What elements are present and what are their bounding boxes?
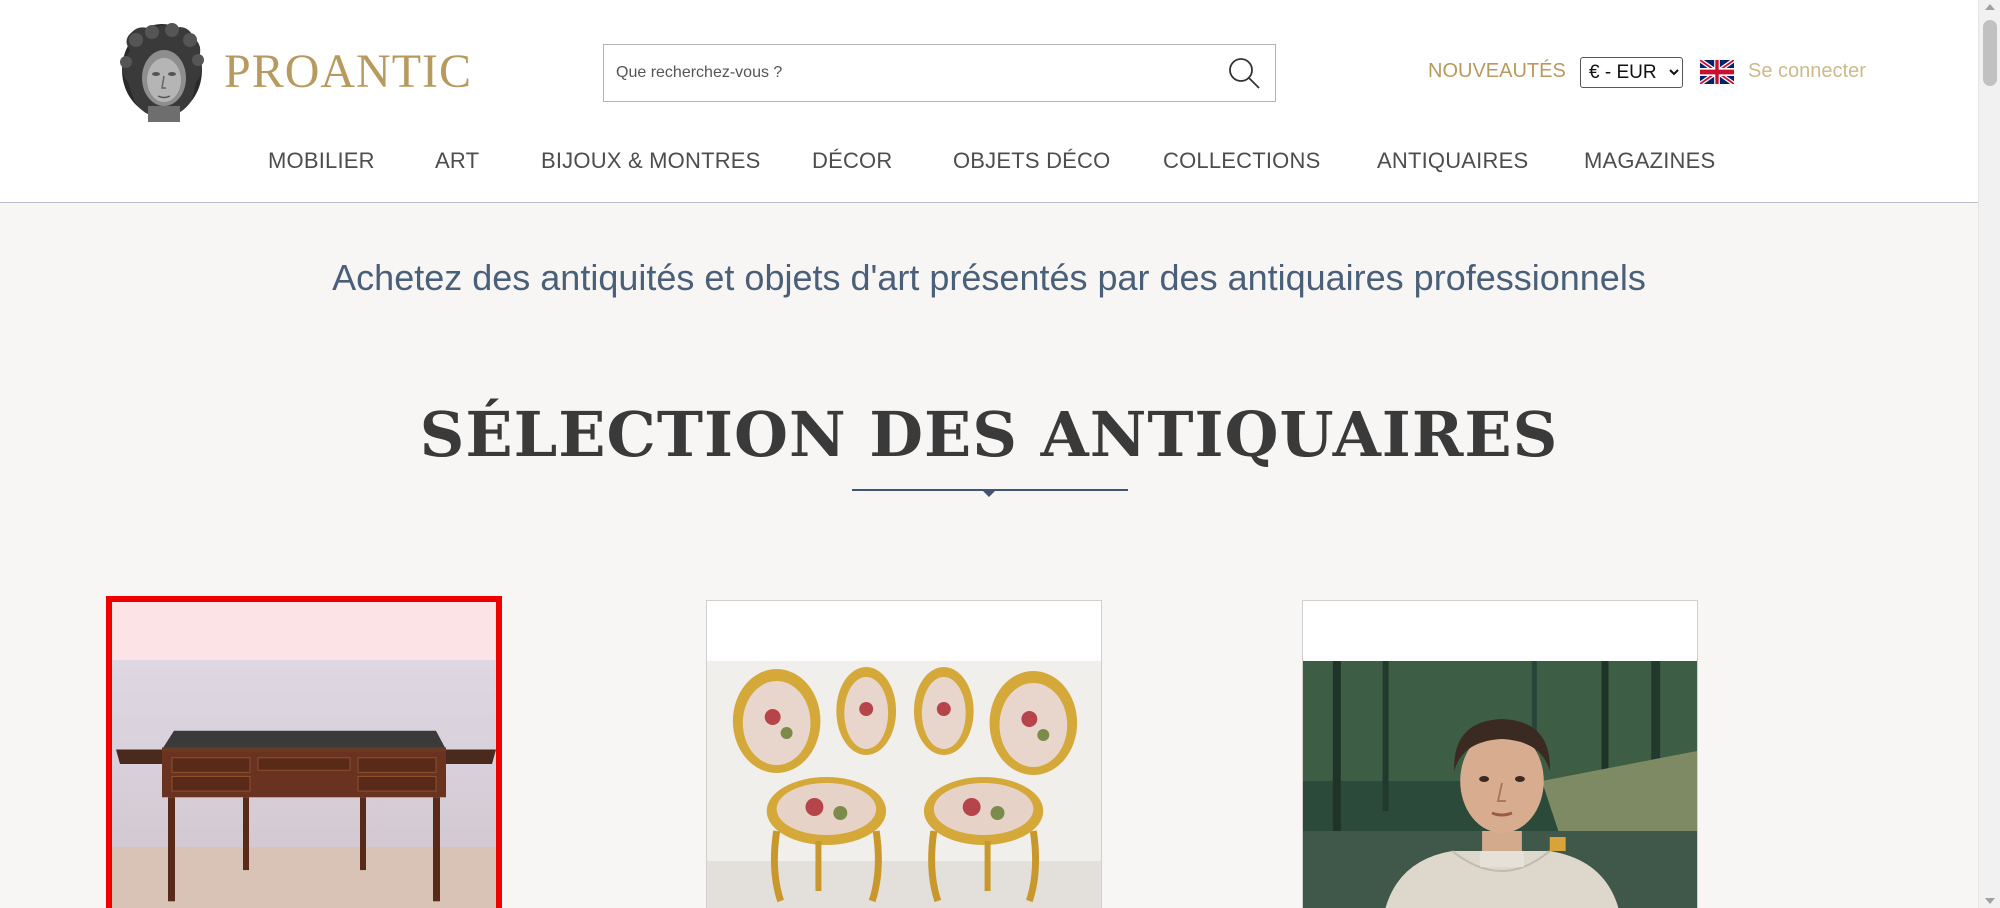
page: PROANTIC NOUVEAUTÉS € - EUR Se connecter… — [0, 0, 2000, 908]
nav-item-mobilier[interactable]: MOBILIER — [268, 148, 375, 174]
login-link[interactable]: Se connecter — [1748, 60, 1866, 83]
section-title: SÉLECTION DES ANTIQUAIRES — [419, 398, 1559, 471]
scrollbar-thumb[interactable] — [1983, 20, 1997, 86]
search-box — [603, 44, 1276, 102]
scroll-up-arrow-icon[interactable] — [1985, 4, 1995, 10]
nav-item-antiquaires[interactable]: ANTIQUAIRES — [1377, 148, 1528, 174]
card-highlight-band — [112, 602, 496, 660]
product-card-portrait[interactable] — [1302, 600, 1698, 908]
gilded-armchairs-image — [707, 661, 1101, 908]
nav-item-collections[interactable]: COLLECTIONS — [1163, 148, 1320, 174]
nav-item-magazines[interactable]: MAGAZINES — [1584, 148, 1715, 174]
nav-item-bijoux-montres[interactable]: BIJOUX & MONTRES — [541, 148, 761, 174]
logo-link[interactable]: PROANTIC — [112, 20, 472, 122]
title-divider-arrow-icon — [982, 490, 996, 497]
search-input[interactable] — [616, 45, 1206, 101]
woman-portrait-painting-image — [1303, 661, 1697, 908]
vertical-scrollbar[interactable] — [1978, 0, 2000, 908]
nav-item-decor[interactable]: DÉCOR — [812, 148, 892, 174]
product-card-armchairs[interactable] — [706, 600, 1102, 908]
main-nav: MOBILIER ART BIJOUX & MONTRES DÉCOR OBJE… — [0, 148, 1978, 178]
sculpture-head-logo-icon — [120, 23, 204, 122]
logo-text: PROANTIC — [224, 44, 473, 98]
site-header: PROANTIC NOUVEAUTÉS € - EUR Se connecter… — [0, 0, 1978, 203]
mahogany-writing-desk-image — [112, 660, 496, 908]
nav-item-art[interactable]: ART — [435, 148, 479, 174]
currency-select[interactable]: € - EUR — [1580, 57, 1683, 88]
nouveautes-link[interactable]: NOUVEAUTÉS — [1428, 60, 1566, 83]
scroll-down-arrow-icon[interactable] — [1985, 898, 1995, 904]
tagline: Achetez des antiquités et objets d'art p… — [332, 257, 1646, 298]
nav-item-objets-deco[interactable]: OBJETS DÉCO — [953, 148, 1110, 174]
search-icon[interactable] — [1227, 56, 1261, 90]
uk-flag-icon[interactable] — [1700, 60, 1734, 84]
product-card-desk[interactable] — [106, 596, 502, 908]
